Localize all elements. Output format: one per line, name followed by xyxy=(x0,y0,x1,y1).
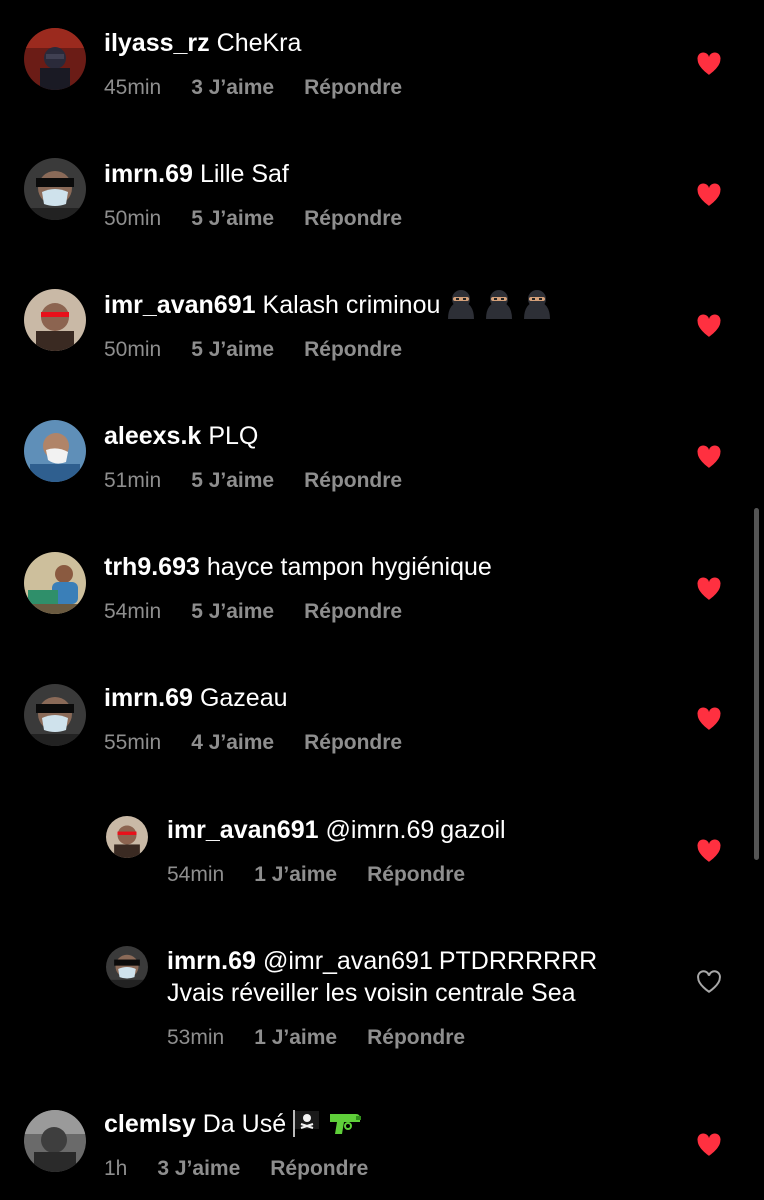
comment-time: 45min xyxy=(104,76,162,99)
comment-text: trh9.693 hayce tampon hygiénique xyxy=(104,551,492,583)
comment-body: CheKra xyxy=(216,29,302,57)
avatar[interactable] xyxy=(106,946,148,988)
comment-body: hayce tampon hygiénique xyxy=(206,553,492,581)
comment-meta: 53min 1 J’aime Répondre xyxy=(167,1025,465,1051)
user-avatar-photo-icon xyxy=(106,816,148,858)
user-avatar-photo-icon xyxy=(24,28,86,90)
avatar[interactable] xyxy=(24,684,86,746)
comment-likes[interactable]: 5 J’aime xyxy=(191,206,274,232)
comment-text: ilyass_rz CheKra xyxy=(104,27,301,59)
comment-username[interactable]: ilyass_rz xyxy=(104,29,210,57)
comment-body: PLQ xyxy=(208,422,259,450)
reply-button[interactable]: Répondre xyxy=(304,599,402,625)
user-avatar-photo-icon xyxy=(24,158,86,220)
comment-text: aleexs.k PLQ xyxy=(104,420,258,452)
comment-username[interactable]: clemlsy xyxy=(104,1110,196,1138)
water-pistol-emoji-icon xyxy=(328,1108,362,1138)
mention-link[interactable]: @imrn.69 xyxy=(326,816,435,844)
like-heart-icon[interactable] xyxy=(696,1133,722,1157)
reply-button[interactable]: Répondre xyxy=(304,75,402,101)
avatar[interactable] xyxy=(24,158,86,220)
comment-text: imr_avan691 Kalash criminou xyxy=(104,289,554,321)
like-heart-icon[interactable] xyxy=(696,183,722,207)
avatar[interactable] xyxy=(24,289,86,351)
scrollbar[interactable] xyxy=(754,508,759,860)
user-avatar-photo-icon xyxy=(24,552,86,614)
comment-likes[interactable]: 1 J’aime xyxy=(254,862,337,888)
comment-meta: 50min 5 J’aime Répondre xyxy=(104,206,402,232)
comment-time: 53min xyxy=(167,1026,225,1049)
like-heart-icon[interactable] xyxy=(696,52,722,76)
comment-username[interactable]: imrn.69 xyxy=(104,160,193,188)
pirate-flag-emoji-icon xyxy=(290,1108,324,1138)
like-heart-icon[interactable] xyxy=(696,577,722,601)
comment-text: imr_avan691 @imrn.69 gazoil xyxy=(167,814,506,846)
comment-time: 55min xyxy=(104,731,162,754)
comment-time: 54min xyxy=(167,863,225,886)
comment-body: Kalash criminou xyxy=(262,291,441,319)
like-heart-icon[interactable] xyxy=(696,314,722,338)
like-heart-icon[interactable] xyxy=(696,839,722,863)
comment-body: gazoil xyxy=(440,816,506,844)
comment-text: clemlsy Da Usé xyxy=(104,1108,362,1140)
comment-username[interactable]: imr_avan691 xyxy=(167,816,319,844)
comment-username[interactable]: imr_avan691 xyxy=(104,291,256,319)
user-avatar-photo-icon xyxy=(24,289,86,351)
comment-body: Lille Saf xyxy=(199,160,289,188)
comment-time: 54min xyxy=(104,600,162,623)
reply-button[interactable]: Répondre xyxy=(367,1025,465,1051)
comment-meta: 51min 5 J’aime Répondre xyxy=(104,468,402,494)
comment-text: imrn.69 @imr_avan691 PTDRRRRRR Jvais révei… xyxy=(167,945,667,1009)
user-avatar-photo-icon xyxy=(106,946,148,988)
comment-time: 50min xyxy=(104,207,162,230)
reply-button[interactable]: Répondre xyxy=(304,206,402,232)
avatar[interactable] xyxy=(24,1110,86,1172)
comment-username[interactable]: imrn.69 xyxy=(104,684,193,712)
comment-meta: 1h 3 J’aime Répondre xyxy=(104,1156,368,1182)
ninja-emoji-icon xyxy=(520,289,554,319)
avatar[interactable] xyxy=(24,420,86,482)
comment-likes[interactable]: 1 J’aime xyxy=(254,1025,337,1051)
avatar[interactable] xyxy=(24,552,86,614)
avatar[interactable] xyxy=(24,28,86,90)
reply-button[interactable]: Répondre xyxy=(304,730,402,756)
comment-meta: 54min 5 J’aime Répondre xyxy=(104,599,402,625)
user-avatar-photo-icon xyxy=(24,684,86,746)
reply-button[interactable]: Répondre xyxy=(304,468,402,494)
comment-likes[interactable]: 5 J’aime xyxy=(191,337,274,363)
comment-time: 51min xyxy=(104,469,162,492)
comment-meta: 50min 5 J’aime Répondre xyxy=(104,337,402,363)
comment-likes[interactable]: 5 J’aime xyxy=(191,599,274,625)
comment-time: 1h xyxy=(104,1157,128,1180)
avatar[interactable] xyxy=(106,816,148,858)
comment-meta: 55min 4 J’aime Répondre xyxy=(104,730,402,756)
comment-likes[interactable]: 4 J’aime xyxy=(191,730,274,756)
comment-text: imrn.69 Gazeau xyxy=(104,682,288,714)
comment-likes[interactable]: 5 J’aime xyxy=(191,468,274,494)
reply-button[interactable]: Répondre xyxy=(367,862,465,888)
comment-likes[interactable]: 3 J’aime xyxy=(157,1156,240,1182)
comment-username[interactable]: aleexs.k xyxy=(104,422,201,450)
like-heart-icon[interactable] xyxy=(696,445,722,469)
like-heart-outline-icon[interactable] xyxy=(696,970,722,994)
mention-link[interactable]: @imr_avan691 xyxy=(263,947,433,975)
comment-meta: 45min 3 J’aime Répondre xyxy=(104,75,402,101)
user-avatar-photo-icon xyxy=(24,420,86,482)
user-avatar-photo-icon xyxy=(24,1110,86,1172)
like-heart-icon[interactable] xyxy=(696,707,722,731)
comment-username[interactable]: imrn.69 xyxy=(167,947,256,975)
comment-likes[interactable]: 3 J’aime xyxy=(191,75,274,101)
comment-meta: 54min 1 J’aime Répondre xyxy=(167,862,465,888)
reply-button[interactable]: Répondre xyxy=(304,337,402,363)
ninja-emoji-icon xyxy=(444,289,478,319)
ninja-emoji-icon xyxy=(482,289,516,319)
reply-button[interactable]: Répondre xyxy=(270,1156,368,1182)
comment-body: Gazeau xyxy=(199,684,288,712)
comment-time: 50min xyxy=(104,338,162,361)
comment-text: imrn.69 Lille Saf xyxy=(104,158,289,190)
comment-username[interactable]: trh9.693 xyxy=(104,553,200,581)
comment-body: Da Usé xyxy=(202,1110,287,1138)
